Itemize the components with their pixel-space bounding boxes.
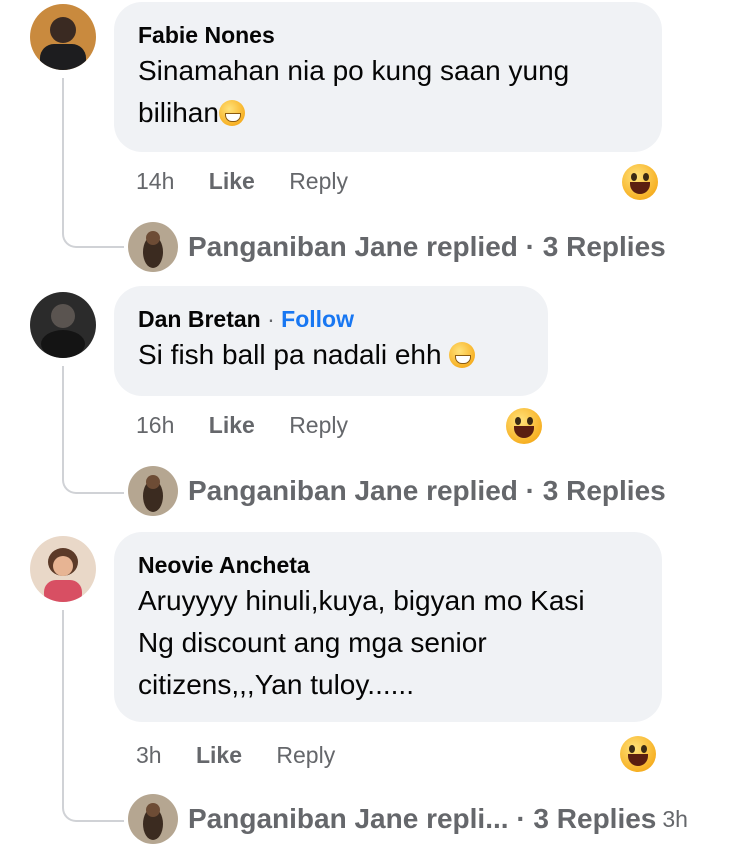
- author-name-text[interactable]: Dan Bretan: [138, 306, 261, 332]
- avatar-neovie-ancheta[interactable]: [30, 536, 96, 602]
- replies-summary[interactable]: Panganiban Jane repli... · 3 Replies: [188, 803, 656, 835]
- replies-summary[interactable]: Panganiban Jane replied · 3 Replies: [188, 475, 666, 507]
- timestamp[interactable]: 14h: [136, 168, 174, 195]
- comment-text: Si fish ball pa nadali ehh: [138, 334, 524, 376]
- author-name: Dan Bretan · Follow: [138, 304, 524, 334]
- like-button[interactable]: Like: [196, 742, 242, 769]
- comment-actions: 16h Like Reply: [136, 412, 376, 439]
- comment-bubble: Fabie Nones Sinamahan nia po kung saan y…: [114, 2, 662, 152]
- reply-button[interactable]: Reply: [289, 412, 348, 439]
- comment-fabie-nones: Fabie Nones Sinamahan nia po kung saan y…: [0, 0, 750, 272]
- avatar-panganiban-jane: [128, 794, 178, 844]
- comment-text-line: Si fish ball pa nadali ehh: [138, 339, 442, 370]
- comment-text-line: citizens,,,Yan tuloy......: [138, 669, 414, 700]
- timestamp[interactable]: 3h: [136, 742, 162, 769]
- replies-link[interactable]: Panganiban Jane replied · 3 Replies: [128, 222, 666, 272]
- comment-actions: 3h Like Reply: [136, 742, 363, 769]
- follow-button[interactable]: Follow: [281, 306, 354, 332]
- comment-bubble: Dan Bretan · Follow Si fish ball pa nada…: [114, 286, 548, 396]
- comment-text-line: Ng discount ang mga senior: [138, 627, 487, 658]
- avatar-panganiban-jane: [128, 466, 178, 516]
- comment-neovie-ancheta: Neovie Ancheta Aruyyyy hinuli,kuya, bigy…: [0, 520, 750, 858]
- author-name[interactable]: Fabie Nones: [138, 20, 638, 50]
- comment-text-line: bilihan: [138, 97, 219, 128]
- author-name[interactable]: Neovie Ancheta: [138, 550, 638, 580]
- replies-link[interactable]: Panganiban Jane repli... · 3 Replies 3h: [128, 794, 688, 844]
- comment-actions: 14h Like Reply: [136, 168, 376, 195]
- haha-reaction-icon[interactable]: [622, 164, 658, 200]
- avatar-fabie-nones[interactable]: [30, 4, 96, 70]
- reply-button[interactable]: Reply: [276, 742, 335, 769]
- comment-dan-bretan: Dan Bretan · Follow Si fish ball pa nada…: [0, 270, 750, 520]
- reply-timestamp[interactable]: 3h: [662, 806, 688, 833]
- haha-reaction-icon[interactable]: [620, 736, 656, 772]
- timestamp[interactable]: 16h: [136, 412, 174, 439]
- comment-text-line: Sinamahan nia po kung saan yung: [138, 55, 570, 86]
- grin-emoji-icon: [218, 100, 245, 126]
- replies-summary[interactable]: Panganiban Jane replied · 3 Replies: [188, 231, 666, 263]
- reply-button[interactable]: Reply: [289, 168, 348, 195]
- separator-dot: ·: [267, 306, 275, 332]
- avatar-dan-bretan[interactable]: [30, 292, 96, 358]
- comment-bubble: Neovie Ancheta Aruyyyy hinuli,kuya, bigy…: [114, 532, 662, 722]
- avatar-panganiban-jane: [128, 222, 178, 272]
- like-button[interactable]: Like: [209, 168, 255, 195]
- comment-text-line: Aruyyyy hinuli,kuya, bigyan mo Kasi: [138, 585, 585, 616]
- haha-reaction-icon[interactable]: [506, 408, 542, 444]
- like-button[interactable]: Like: [209, 412, 255, 439]
- comment-text: Sinamahan nia po kung saan yung bilihan: [138, 50, 638, 134]
- replies-link[interactable]: Panganiban Jane replied · 3 Replies: [128, 466, 666, 516]
- comment-text: Aruyyyy hinuli,kuya, bigyan mo Kasi Ng d…: [138, 580, 638, 706]
- thread-line: [62, 366, 124, 494]
- grin-emoji-icon: [449, 342, 476, 368]
